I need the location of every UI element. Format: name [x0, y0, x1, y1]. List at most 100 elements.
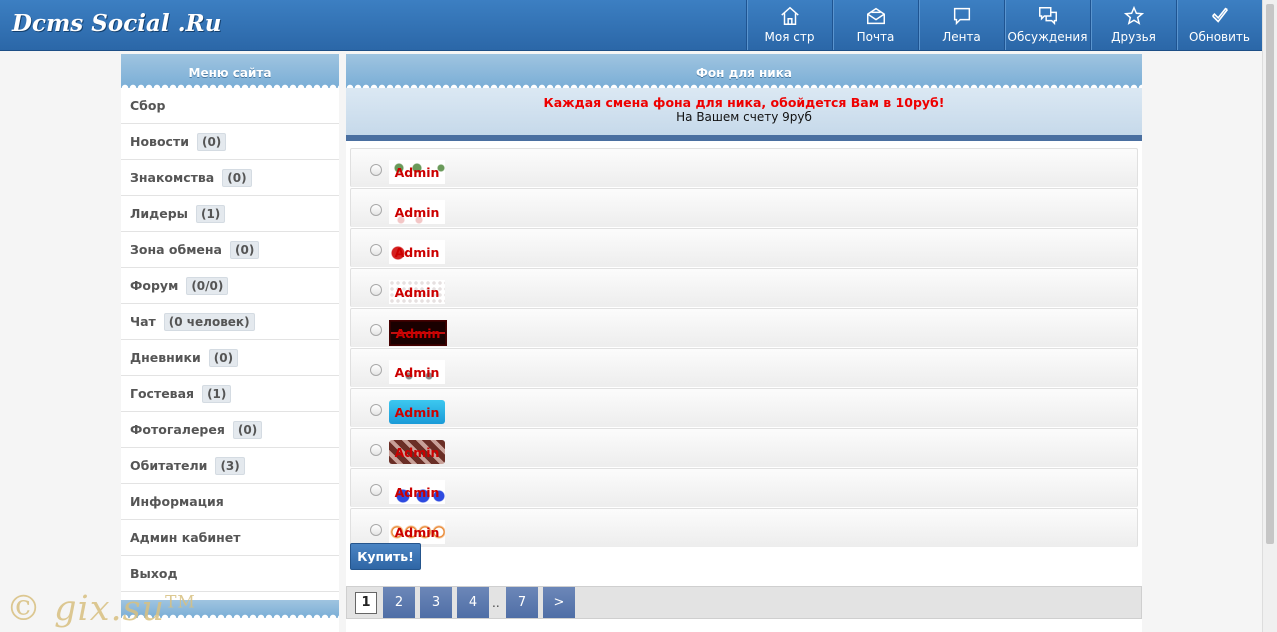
- sidebar-item[interactable]: Админ кабинет: [121, 520, 339, 556]
- background-option[interactable]: Admin: [350, 468, 1138, 507]
- nav-friends[interactable]: Друзья: [1090, 0, 1176, 50]
- sidebar-item[interactable]: Знакомства (0): [121, 160, 339, 196]
- sidebar-item-count: (0): [222, 168, 252, 187]
- nav-refresh[interactable]: Обновить: [1176, 0, 1262, 50]
- page-3[interactable]: 3: [420, 587, 452, 618]
- page-4[interactable]: 4: [457, 587, 489, 618]
- nick-preview: Admin: [389, 520, 445, 544]
- sidebar-item-label: Выход: [130, 566, 178, 581]
- sidebar-item-label: Лидеры: [130, 206, 188, 221]
- radio-button[interactable]: [370, 444, 382, 456]
- background-option[interactable]: Admin: [350, 228, 1138, 267]
- top-bar: Dcms Social .Ru Моя стр Почта Лента Обсу…: [0, 0, 1263, 51]
- buy-button[interactable]: Купить!: [350, 543, 421, 570]
- page-ellipsis: ..: [492, 596, 500, 610]
- background-option[interactable]: Admin: [350, 388, 1138, 427]
- sidebar-item-count: (0): [196, 132, 227, 151]
- sidebar-item[interactable]: Зона обмена (0): [121, 232, 339, 268]
- sidebar-item-count: (0): [208, 348, 239, 367]
- sidebar-item[interactable]: Дневники (0): [121, 340, 339, 376]
- background-option[interactable]: Admin: [350, 508, 1138, 547]
- sidebar-item[interactable]: Новости (0): [121, 124, 339, 160]
- sidebar: Меню сайта Сбор Новости (0) Знакомства (0) Ли…: [121, 54, 339, 632]
- nick-preview: Admin: [389, 440, 445, 464]
- nav-discussions[interactable]: Обсуждения: [1004, 0, 1090, 50]
- background-option[interactable]: Admin: [350, 268, 1138, 307]
- page-2[interactable]: 2: [383, 587, 415, 618]
- sidebar-item-label: Обитатели: [130, 458, 208, 473]
- nav-feed[interactable]: Лента: [918, 0, 1004, 50]
- background-option[interactable]: Admin: [350, 188, 1138, 227]
- nick-preview: Admin: [389, 160, 445, 184]
- page-title: Фон для ника: [346, 54, 1142, 88]
- watermark-tm: TM: [165, 592, 196, 613]
- page-1-current[interactable]: 1: [355, 592, 377, 614]
- nav-label: Обсуждения: [1007, 30, 1088, 44]
- sidebar-item-label: Новости: [130, 134, 189, 149]
- home-icon: [780, 6, 799, 25]
- sidebar-title: Меню сайта: [121, 54, 339, 88]
- sidebar-item-count: (1): [202, 384, 232, 403]
- sidebar-item-label: Админ кабинет: [130, 530, 241, 545]
- page-7[interactable]: 7: [506, 587, 538, 618]
- sidebar-item[interactable]: Гостевая (1): [121, 376, 339, 412]
- nick-preview: Admin: [389, 240, 445, 264]
- nav-label: Друзья: [1111, 30, 1156, 44]
- sidebar-item-label: Фотогалерея: [130, 422, 225, 437]
- background-option[interactable]: Admin: [350, 148, 1138, 187]
- sidebar-item-count: (0): [229, 240, 260, 259]
- sidebar-item[interactable]: Информация: [121, 484, 339, 520]
- price-warning: Каждая смена фона для ника, обойдется Ва…: [543, 95, 945, 110]
- sidebar-item[interactable]: Форум (0/0): [121, 268, 339, 304]
- sidebar-item[interactable]: Обитатели (3): [121, 448, 339, 484]
- radio-button[interactable]: [370, 404, 382, 416]
- site-logo[interactable]: Dcms Social .Ru: [12, 10, 221, 37]
- radio-button[interactable]: [370, 244, 382, 256]
- nick-preview: Admin: [389, 280, 445, 304]
- sidebar-item[interactable]: Чат (0 человек): [121, 304, 339, 340]
- account-balance: На Вашем счету 9руб: [676, 110, 812, 124]
- sidebar-item-label: Зона обмена: [130, 242, 222, 257]
- background-option[interactable]: Admin: [350, 308, 1138, 347]
- radio-button[interactable]: [370, 164, 382, 176]
- watermark-text: © gix.su: [6, 589, 166, 629]
- pagination: 1 2 3 4 .. 7 >: [346, 586, 1142, 619]
- background-option[interactable]: Admin: [350, 348, 1138, 387]
- radio-button[interactable]: [370, 364, 382, 376]
- nick-preview: Admin: [389, 360, 445, 384]
- page-next[interactable]: >: [543, 587, 575, 618]
- sidebar-item-label: Информация: [130, 494, 224, 509]
- background-options: Admin Admin Admin Admin Admin Admin Admin Admin…: [350, 148, 1138, 548]
- nick-preview: Admin: [389, 320, 447, 346]
- radio-button[interactable]: [370, 484, 382, 496]
- background-option[interactable]: Admin: [350, 428, 1138, 467]
- nav-label: Обновить: [1189, 30, 1250, 44]
- nick-preview: Admin: [389, 400, 445, 424]
- nav-my-page[interactable]: Моя стр: [746, 0, 832, 50]
- sidebar-item[interactable]: Фотогалерея (0): [121, 412, 339, 448]
- radio-button[interactable]: [370, 324, 382, 336]
- feed-icon: [953, 7, 970, 26]
- sidebar-item-label: Гостевая: [130, 386, 195, 401]
- scrollbar-thumb[interactable]: [1266, 4, 1274, 544]
- top-nav: Моя стр Почта Лента Обсуждения Друзья Об…: [746, 0, 1262, 50]
- sidebar-item-count: (0/0): [186, 276, 229, 295]
- sidebar-item[interactable]: Выход: [121, 556, 339, 592]
- vertical-scrollbar[interactable]: [1262, 0, 1277, 632]
- nav-label: Почта: [856, 30, 895, 44]
- sidebar-item[interactable]: Сбор: [121, 88, 339, 124]
- nick-preview: Admin: [389, 200, 445, 224]
- nav-label: Лента: [942, 30, 981, 44]
- radio-button[interactable]: [370, 204, 382, 216]
- radio-button[interactable]: [370, 524, 382, 536]
- star-icon: [1123, 5, 1144, 25]
- nick-preview: Admin: [389, 480, 445, 504]
- sidebar-item-label: Чат: [130, 314, 156, 329]
- nav-mail[interactable]: Почта: [832, 0, 918, 50]
- sidebar-item[interactable]: Лидеры (1): [121, 196, 339, 232]
- watermark: © gix.suTM: [6, 589, 196, 629]
- checkmark-icon: [1211, 7, 1228, 23]
- main-panel: Фон для ника Каждая смена фона для ника,…: [346, 54, 1142, 632]
- radio-button[interactable]: [370, 284, 382, 296]
- sidebar-item-count: (3): [215, 456, 245, 475]
